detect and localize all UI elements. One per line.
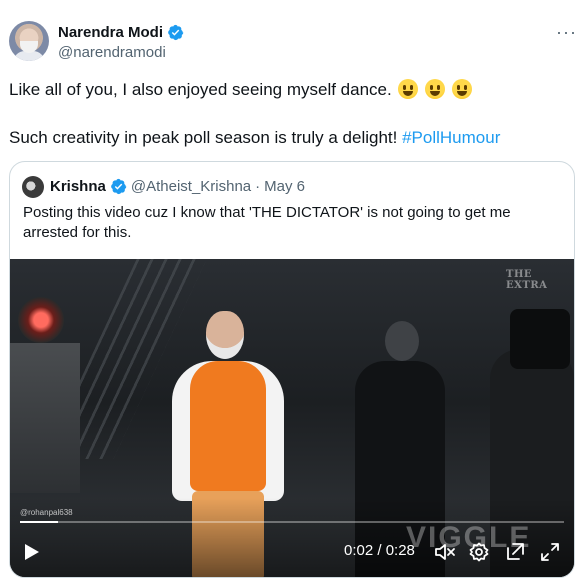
gear-icon[interactable]: [469, 542, 489, 562]
tweet-text-line-1: Like all of you, I also enjoyed seeing m…: [9, 79, 472, 101]
author-display-name[interactable]: Narendra Modi: [58, 24, 163, 41]
video-progress-bar[interactable]: [20, 521, 564, 523]
camera-icon: [510, 309, 570, 369]
crew-cap: [385, 321, 419, 361]
video-time-display: 0:02 / 0:28: [344, 542, 415, 559]
grinning-face-emoji-icon: [425, 79, 446, 99]
author-avatar[interactable]: [9, 21, 49, 61]
meta-separator: ·: [255, 178, 261, 195]
quoted-tweet-text: Posting this video cuz I know that 'THE …: [23, 204, 511, 241]
quoted-author-avatar[interactable]: [22, 176, 44, 198]
quoted-tweet-date[interactable]: May 6: [264, 178, 305, 195]
dancer-vest: [190, 361, 266, 491]
muted-speaker-icon[interactable]: [434, 542, 456, 562]
popout-icon[interactable]: [505, 542, 525, 562]
quoted-author-handle[interactable]: @Atheist_Krishna: [131, 178, 251, 195]
video-frame-stage-light: [18, 297, 64, 343]
more-options-button[interactable]: ···: [556, 23, 577, 41]
grinning-face-emoji-icon: [398, 79, 419, 99]
video-watermark-credit: @rohanpal638: [20, 508, 73, 517]
video-player[interactable]: THE EXTRA @rohanpal638 VIGGLE 0:02 / 0:2…: [10, 259, 574, 577]
fullscreen-icon[interactable]: [540, 542, 560, 562]
quoted-tweet-card[interactable]: Krishna @Atheist_Krishna · May 6 Posting…: [9, 161, 575, 578]
hashtag-link[interactable]: #PollHumour: [402, 128, 500, 147]
tweet-text-line-2: Such creativity in peak poll season is t…: [9, 127, 500, 149]
verified-badge-icon: [168, 24, 184, 41]
quoted-tweet-header: Krishna @Atheist_Krishna · May 6: [50, 178, 305, 195]
grinning-face-emoji-icon: [451, 79, 472, 99]
dancer-head: [206, 311, 244, 359]
quoted-author-name[interactable]: Krishna: [50, 178, 106, 195]
verified-badge-icon: [111, 178, 127, 195]
author-handle[interactable]: @narendramodi: [58, 44, 166, 61]
tweet-text-line-2-text: Such creativity in peak poll season is t…: [9, 128, 403, 147]
tweet-text-line-1-text: Like all of you, I also enjoyed seeing m…: [9, 80, 392, 99]
video-progress-fill: [20, 521, 59, 523]
tweet: Narendra Modi @narendramodi ··· Like all…: [0, 0, 585, 588]
play-icon[interactable]: [24, 543, 40, 561]
author-name-row: Narendra Modi: [58, 24, 184, 41]
video-frame-equipment: [10, 343, 80, 493]
video-watermark-top: THE EXTRA: [506, 269, 548, 291]
